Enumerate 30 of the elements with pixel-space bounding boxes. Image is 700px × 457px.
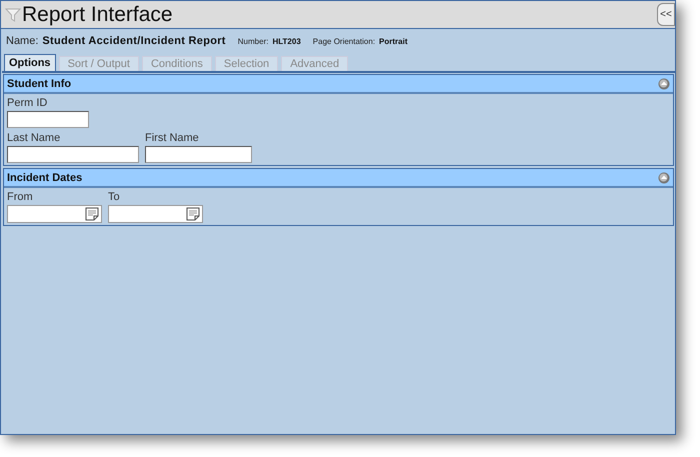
info-value: HLT203: [272, 37, 301, 46]
field-label: To: [108, 190, 121, 204]
tab[interactable]: Sort / Output: [58, 56, 139, 71]
collapse-toggle-icon[interactable]: [658, 78, 670, 90]
calendar-icon[interactable]: [186, 207, 200, 221]
collapse-toggle-icon[interactable]: [658, 172, 670, 184]
info-label: Page Orientation:: [312, 37, 376, 46]
field-label: From: [7, 190, 34, 204]
tab[interactable]: Options: [4, 54, 56, 71]
info-value: Student Accident/Incident Report: [42, 35, 226, 47]
info-label: Name:: [6, 35, 38, 47]
text-field[interactable]: [7, 146, 139, 163]
calendar-icon[interactable]: [85, 207, 99, 221]
section-title: Student Info: [7, 78, 72, 90]
funnel-icon: [5, 6, 21, 22]
window-title: Report Interface: [22, 2, 174, 26]
tab[interactable]: Conditions: [142, 56, 212, 71]
tab[interactable]: Selection: [214, 56, 278, 71]
text-field[interactable]: [145, 146, 252, 163]
info-value: Portrait: [379, 37, 408, 46]
date-field[interactable]: [108, 205, 203, 223]
collapse-button[interactable]: <<: [657, 3, 675, 26]
field-label: First Name: [145, 131, 200, 145]
tab[interactable]: Advanced: [281, 56, 348, 71]
text-field[interactable]: [7, 111, 89, 128]
info-label: Number:: [238, 37, 268, 46]
section-title: Incident Dates: [7, 172, 82, 184]
date-field[interactable]: [7, 205, 102, 223]
field-label: Last Name: [7, 131, 62, 145]
field-label: Perm ID: [7, 96, 48, 110]
